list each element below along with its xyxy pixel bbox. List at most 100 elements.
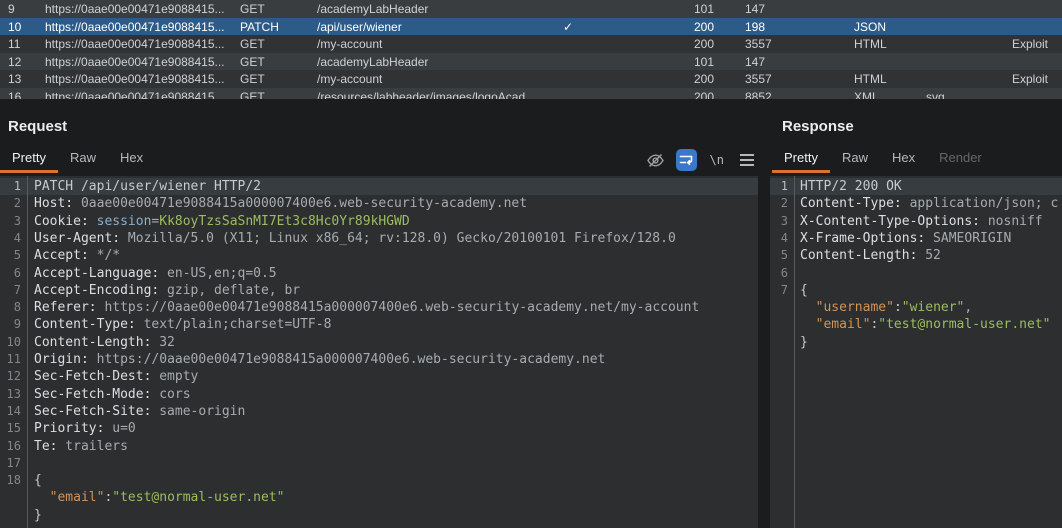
editor-line: 13 Sec-Fetch-Mode: cors bbox=[0, 386, 758, 403]
newline-toggle-icon[interactable]: \n bbox=[706, 149, 728, 171]
editor-line: } bbox=[770, 334, 1062, 351]
editor-line: 18{ bbox=[0, 472, 758, 489]
line-number: 14 bbox=[0, 403, 21, 420]
line-text: Referer: https://0aae00e00471e9088415a00… bbox=[34, 299, 699, 316]
editor-line: 4User-Agent: Mozilla/5.0 (X11; Linux x86… bbox=[0, 230, 758, 247]
row-path: /my-account bbox=[317, 70, 382, 88]
line-text: { bbox=[800, 282, 808, 299]
row-method: GET bbox=[240, 70, 265, 88]
line-text: "username":"wiener", bbox=[800, 299, 972, 316]
line-number: 2 bbox=[770, 195, 788, 212]
row-url: https://0aae00e00471e9088415... bbox=[45, 0, 225, 18]
request-gutter-separator bbox=[27, 176, 28, 528]
row-length: 8852 bbox=[745, 88, 772, 100]
row-method: GET bbox=[240, 88, 265, 100]
line-text: Content-Type: text/plain;charset=UTF-8 bbox=[34, 316, 331, 333]
line-text: Accept-Encoding: gzip, deflate, br bbox=[34, 282, 300, 299]
row-path: /my-account bbox=[317, 35, 382, 53]
line-number: 7 bbox=[770, 282, 788, 299]
row-number: 13 bbox=[8, 70, 21, 88]
history-row[interactable]: 12https://0aae00e00471e9088415...GET/aca… bbox=[0, 53, 1062, 71]
editor-menu-icon[interactable] bbox=[737, 149, 759, 171]
editor-line: 10Content-Length: 32 bbox=[0, 334, 758, 351]
row-length: 3557 bbox=[745, 35, 772, 53]
editor-line: 6Accept-Language: en-US,en;q=0.5 bbox=[0, 265, 758, 282]
editor-line: 3X-Content-Type-Options: nosniff bbox=[770, 213, 1062, 230]
line-text: PATCH /api/user/wiener HTTP/2 bbox=[34, 178, 261, 195]
request-tab-hex[interactable]: Hex bbox=[108, 146, 155, 173]
response-gutter-separator bbox=[794, 176, 795, 528]
line-number: 15 bbox=[0, 420, 21, 437]
line-number bbox=[770, 334, 788, 351]
row-number: 16 bbox=[8, 88, 21, 100]
row-url: https://0aae00e00471e9088415... bbox=[45, 88, 225, 100]
row-status: 200 bbox=[694, 18, 714, 36]
row-status: 200 bbox=[694, 70, 714, 88]
response-tabbar: PrettyRawHexRender bbox=[772, 146, 994, 173]
line-text: Te: trailers bbox=[34, 438, 128, 455]
row-mime-type: JSON bbox=[854, 18, 886, 36]
line-number: 1 bbox=[0, 178, 21, 195]
row-number: 12 bbox=[8, 53, 21, 71]
response-tab-pretty[interactable]: Pretty bbox=[772, 146, 830, 173]
editor-line: 5 Accept: */* bbox=[0, 247, 758, 264]
row-path: /academyLabHeader bbox=[317, 0, 428, 18]
row-url: https://0aae00e00471e9088415... bbox=[45, 18, 225, 36]
line-text: "email":"test@normal-user.net" bbox=[800, 316, 1050, 333]
line-text: HTTP/2 200 OK bbox=[800, 178, 902, 195]
editor-line: 17 bbox=[0, 455, 758, 472]
editor-line: 7{ bbox=[770, 282, 1062, 299]
line-number bbox=[0, 507, 21, 524]
line-text: Host: 0aae00e00471e9088415a000007400e6.w… bbox=[34, 195, 527, 212]
request-editor-toolbar: \n bbox=[645, 147, 758, 173]
editor-line: 14 Sec-Fetch-Site: same-origin bbox=[0, 403, 758, 420]
history-row[interactable]: 9https://0aae00e00471e9088415...GET/acad… bbox=[0, 0, 1062, 18]
line-number: 13 bbox=[0, 386, 21, 403]
line-text: } bbox=[800, 334, 808, 351]
row-edited-check-icon: ✓ bbox=[563, 18, 573, 36]
editor-line: 2Content-Type: application/json; c bbox=[770, 195, 1062, 212]
line-number: 4 bbox=[0, 230, 21, 247]
request-tab-raw[interactable]: Raw bbox=[58, 146, 108, 173]
line-number: 5 bbox=[0, 247, 21, 264]
editor-line: 12Sec-Fetch-Dest: empty bbox=[0, 368, 758, 385]
row-status: 200 bbox=[694, 35, 714, 53]
line-text: Content-Length: 32 bbox=[34, 334, 175, 351]
request-tab-pretty[interactable]: Pretty bbox=[0, 146, 58, 173]
editor-line: 15Priority: u=0 bbox=[0, 420, 758, 437]
row-mime-type: XML bbox=[854, 88, 879, 100]
response-tab-render[interactable]: Render bbox=[927, 146, 994, 173]
history-row[interactable]: 16https://0aae00e00471e9088415...GET/res… bbox=[0, 88, 1062, 100]
response-tab-raw[interactable]: Raw bbox=[830, 146, 880, 173]
editor-line: 1 PATCH /api/user/wiener HTTP/2 bbox=[0, 178, 758, 195]
line-number: 12 bbox=[0, 368, 21, 385]
request-panel-title: Request bbox=[8, 118, 67, 135]
row-path: /academyLabHeader bbox=[317, 53, 428, 71]
row-number: 10 bbox=[8, 18, 21, 36]
soft-wrap-icon[interactable] bbox=[676, 149, 698, 171]
line-number: 6 bbox=[770, 265, 788, 282]
row-url: https://0aae00e00471e9088415... bbox=[45, 70, 225, 88]
response-editor[interactable]: 1HTTP/2 200 OK2Content-Type: application… bbox=[770, 176, 1062, 528]
row-method: GET bbox=[240, 0, 265, 18]
line-number: 8 bbox=[0, 299, 21, 316]
line-text: Accept: */* bbox=[34, 247, 120, 264]
line-text: X-Content-Type-Options: nosniff bbox=[800, 213, 1043, 230]
editor-line: 4X-Frame-Options: SAMEORIGIN bbox=[770, 230, 1062, 247]
line-number: 2 bbox=[0, 195, 21, 212]
hide-matching-eye-icon[interactable] bbox=[645, 149, 667, 171]
history-row[interactable]: 11https://0aae00e00471e9088415...GET/my-… bbox=[0, 35, 1062, 53]
history-row[interactable]: 13 https://0aae00e00471e9088415... GET/my-… bbox=[0, 70, 1062, 88]
line-text: Sec-Fetch-Site: same-origin bbox=[34, 403, 245, 420]
line-number bbox=[770, 299, 788, 316]
row-mime-type: HTML bbox=[854, 35, 887, 53]
row-status: 101 bbox=[694, 53, 714, 71]
line-text: Sec-Fetch-Mode: cors bbox=[34, 386, 191, 403]
row-mime-type: HTML bbox=[854, 70, 887, 88]
row-length: 198 bbox=[745, 18, 765, 36]
history-row[interactable]: 10https://0aae00e00471e9088415...PATCH/a… bbox=[0, 18, 1062, 36]
http-history-table[interactable]: 9https://0aae00e00471e9088415...GET/acad… bbox=[0, 0, 1062, 99]
row-url: https://0aae00e00471e9088415... bbox=[45, 53, 225, 71]
request-editor[interactable]: 1 PATCH /api/user/wiener HTTP/2 2 Host: 0aa… bbox=[0, 176, 758, 528]
response-tab-hex[interactable]: Hex bbox=[880, 146, 927, 173]
